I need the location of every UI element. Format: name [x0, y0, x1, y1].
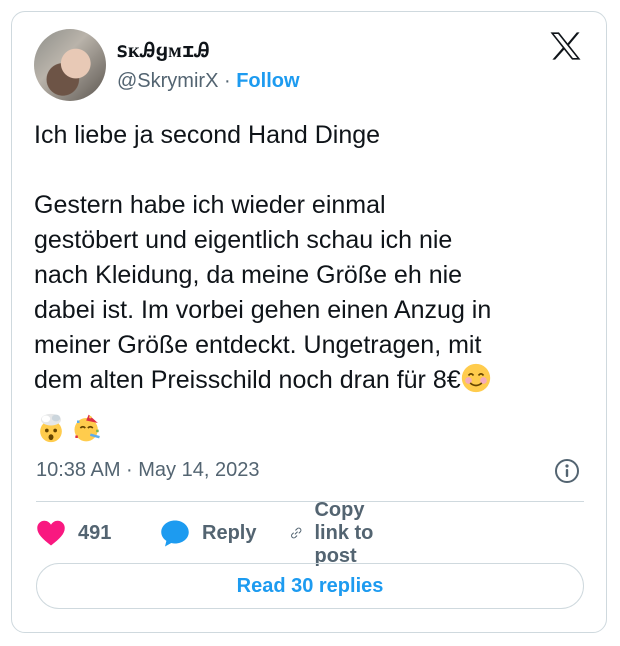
link-icon: [291, 527, 302, 539]
emoji-row: [36, 413, 104, 443]
like-button[interactable]: 491: [36, 519, 111, 547]
tweet-timestamp[interactable]: 10:38 AM · May 14, 2023: [36, 459, 259, 482]
author-display-name[interactable]: ꜱᴋᎯყᴍɪᎯ: [117, 38, 210, 63]
author-handle-row: @SkrymirX · Follow: [117, 70, 300, 93]
read-replies-label: Read 30 replies: [236, 574, 384, 597]
tweet-text: Ich liebe ja second Hand Dinge Gestern h…: [34, 118, 594, 398]
like-count: 491: [78, 521, 112, 544]
handle-separator: ·: [223, 70, 231, 92]
reply-bubble-icon: [161, 520, 189, 547]
partying-face-emoji-icon: [74, 414, 101, 442]
author-handle[interactable]: @SkrymirX: [117, 70, 218, 92]
reply-label: Reply: [202, 521, 257, 544]
exploding-head-emoji-icon: [40, 413, 62, 443]
reply-button[interactable]: Reply: [160, 519, 256, 547]
smiling-face-emoji-icon: [461, 363, 490, 393]
follow-button[interactable]: Follow: [236, 70, 299, 92]
heart-icon: [37, 520, 65, 546]
copy-link-label: Copy link to post: [314, 498, 374, 567]
divider: [36, 501, 584, 502]
avatar[interactable]: [34, 29, 106, 101]
copy-link-button[interactable]: Copy link to post: [290, 499, 382, 567]
x-logo-icon[interactable]: [549, 31, 582, 61]
tweet-body: Ich liebe ja second Hand Dinge Gestern h…: [34, 121, 492, 394]
read-replies-button[interactable]: Read 30 replies: [36, 563, 584, 609]
info-icon[interactable]: [554, 458, 580, 484]
